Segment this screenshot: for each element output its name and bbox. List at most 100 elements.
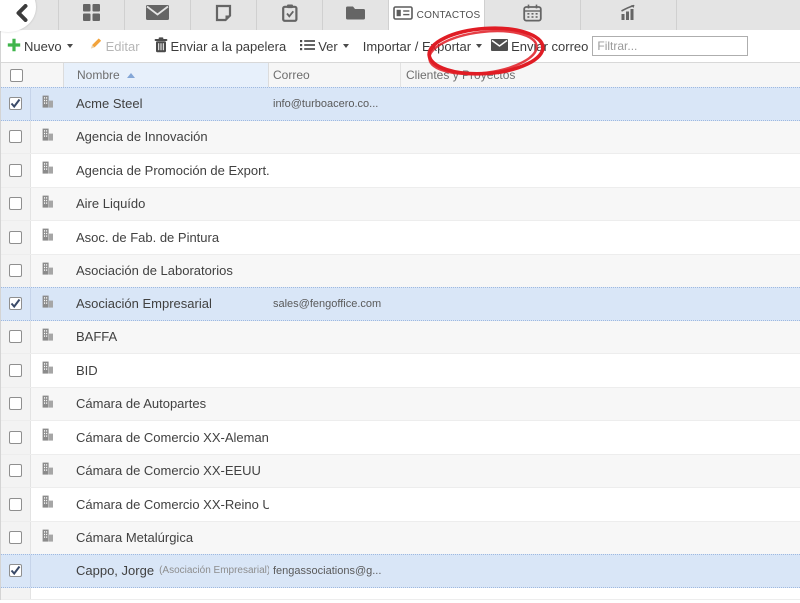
chevron-left-icon	[15, 4, 28, 27]
column-header-correo[interactable]: Correo	[269, 63, 401, 87]
calendar-icon	[523, 4, 542, 27]
send-email-button[interactable]: Enviar correo	[491, 39, 588, 54]
row-type-cell	[31, 288, 63, 320]
contact-name-cell[interactable]: BID	[63, 354, 269, 387]
row-checkbox[interactable]	[9, 531, 22, 544]
row-checkbox[interactable]	[9, 564, 22, 577]
table-row[interactable]: Cámara de Comercio XX-Alemania	[1, 421, 800, 455]
table-row[interactable]: Cámara de Comercio XX-Reino U...	[1, 488, 800, 522]
filter-input[interactable]	[592, 36, 748, 56]
organization-icon	[40, 528, 55, 548]
organization-icon	[40, 194, 55, 214]
table-row[interactable]: Asociación de Laboratorios	[1, 255, 800, 289]
tab-overview[interactable]	[58, 0, 124, 30]
table-row[interactable]: Aire Liquído	[1, 188, 800, 222]
row-checkbox[interactable]	[9, 397, 22, 410]
tab-documents[interactable]	[322, 0, 388, 30]
row-checkbox[interactable]	[9, 431, 22, 444]
organization-icon	[40, 327, 55, 347]
organization-icon	[40, 494, 55, 514]
tab-contacts[interactable]: CONTACTOS	[388, 0, 484, 30]
table-row[interactable]: Asociación Empresarialsales@fengoffice.c…	[1, 287, 800, 321]
contact-name-cell[interactable]: Asociación Empresarial	[63, 288, 269, 320]
contact-name: Cámara de Comercio XX-Alemania	[76, 430, 269, 445]
contact-name-cell[interactable]: Aire Liquído	[63, 188, 269, 221]
row-type-cell	[31, 488, 63, 521]
table-row[interactable]: Agencia de Promoción de Export...	[1, 154, 800, 188]
view-button[interactable]: Ver	[300, 39, 349, 54]
contact-name-cell[interactable]: Cámara de Comercio XX-Reino U...	[63, 488, 269, 521]
bar-chart-icon	[619, 4, 638, 26]
send-to-trash-button[interactable]: Enviar a la papelera	[154, 37, 287, 56]
contact-name-cell[interactable]: Cámara Metalúrgica	[63, 522, 269, 555]
send-email-label: Enviar correo	[511, 39, 588, 54]
row-checkbox[interactable]	[9, 264, 22, 277]
select-all-checkbox[interactable]	[10, 69, 23, 82]
row-checkbox[interactable]	[9, 297, 22, 310]
contact-name-cell[interactable]: Asoc. de Fab. de Pintura	[63, 221, 269, 254]
column-header-nombre[interactable]: Nombre	[63, 63, 269, 87]
organization-icon	[40, 227, 55, 247]
contact-email-cell	[269, 221, 401, 254]
tab-notes[interactable]	[190, 0, 256, 30]
contact-name-cell[interactable]: Agencia de Promoción de Export...	[63, 154, 269, 187]
contact-projects-cell	[401, 555, 800, 587]
row-checkbox[interactable]	[9, 231, 22, 244]
table-row[interactable]: Cámara Metalúrgica	[1, 522, 800, 556]
table-row[interactable]: Cámara de Comercio XX-EEUU	[1, 455, 800, 489]
contact-email-cell: fengassociations@g...	[269, 555, 401, 587]
table-row[interactable]: Asoc. de Fab. de Pintura	[1, 221, 800, 255]
content-area: Nuevo Editar Enviar a la papelera	[0, 30, 800, 600]
table-row[interactable]: BID	[1, 354, 800, 388]
table-row[interactable]: Acme Steelinfo@turboacero.co...	[1, 87, 800, 121]
contact-email-cell	[269, 255, 401, 288]
tab-mail[interactable]	[124, 0, 190, 30]
contact-projects-cell	[401, 455, 800, 488]
table-row[interactable]: BAFFA	[1, 321, 800, 355]
contact-email-cell	[269, 488, 401, 521]
contact-name: Cámara de Comercio XX-Reino U...	[76, 497, 269, 512]
tab-tasks[interactable]	[256, 0, 322, 30]
tab-reports[interactable]	[580, 0, 676, 30]
row-checkbox[interactable]	[9, 464, 22, 477]
table-row[interactable]: Cappo, Jorge(Asociación Empresarial)feng…	[1, 554, 800, 588]
contact-name-cell[interactable]: Acme Steel	[63, 88, 269, 120]
row-type-cell	[31, 221, 63, 254]
row-checkbox[interactable]	[9, 130, 22, 143]
contact-name-cell[interactable]: Cámara de Autopartes	[63, 388, 269, 421]
contact-name-cell[interactable]: BAFFA	[63, 321, 269, 354]
row-checkbox-cell	[1, 488, 31, 521]
row-checkbox-cell	[1, 522, 31, 555]
contact-name: Cámara Metalúrgica	[76, 530, 193, 545]
row-checkbox-cell	[1, 388, 31, 421]
import-export-label: Importar / Exportar	[363, 39, 471, 54]
row-checkbox[interactable]	[9, 330, 22, 343]
import-export-button[interactable]: Importar / Exportar	[363, 39, 482, 54]
contact-name: BAFFA	[76, 329, 117, 344]
row-checkbox[interactable]	[9, 498, 22, 511]
row-checkbox[interactable]	[9, 97, 22, 110]
row-checkbox[interactable]	[9, 164, 22, 177]
table-row[interactable]: Agencia de Innovación	[1, 121, 800, 155]
view-button-label: Ver	[318, 39, 338, 54]
row-checkbox[interactable]	[9, 364, 22, 377]
contact-email-cell	[269, 421, 401, 454]
contact-name-cell[interactable]: Cappo, Jorge(Asociación Empresarial)	[63, 555, 269, 587]
edit-button[interactable]: Editar	[87, 37, 140, 55]
contact-name-cell[interactable]: Agencia de Innovación	[63, 121, 269, 154]
new-button[interactable]: Nuevo	[7, 38, 73, 55]
row-checkbox-cell	[1, 555, 31, 587]
contact-name-cell[interactable]: Cámara de Comercio XX-EEUU	[63, 455, 269, 488]
organization-icon	[40, 160, 55, 180]
table-row[interactable]: Cámara de Autopartes	[1, 388, 800, 422]
envelope-icon	[146, 5, 169, 25]
contact-projects-cell	[401, 354, 800, 387]
row-checkbox-cell	[1, 88, 31, 120]
column-header-clientes-proyectos[interactable]: Clientes y Proyectos	[401, 63, 800, 87]
tab-calendar[interactable]	[484, 0, 580, 30]
contact-name-cell[interactable]: Cámara de Comercio XX-Alemania	[63, 421, 269, 454]
row-checkbox[interactable]	[9, 197, 22, 210]
contact-name-cell[interactable]: Asociación de Laboratorios	[63, 255, 269, 288]
contact-name: Agencia de Innovación	[76, 129, 208, 144]
contact-name: Acme Steel	[76, 96, 142, 111]
